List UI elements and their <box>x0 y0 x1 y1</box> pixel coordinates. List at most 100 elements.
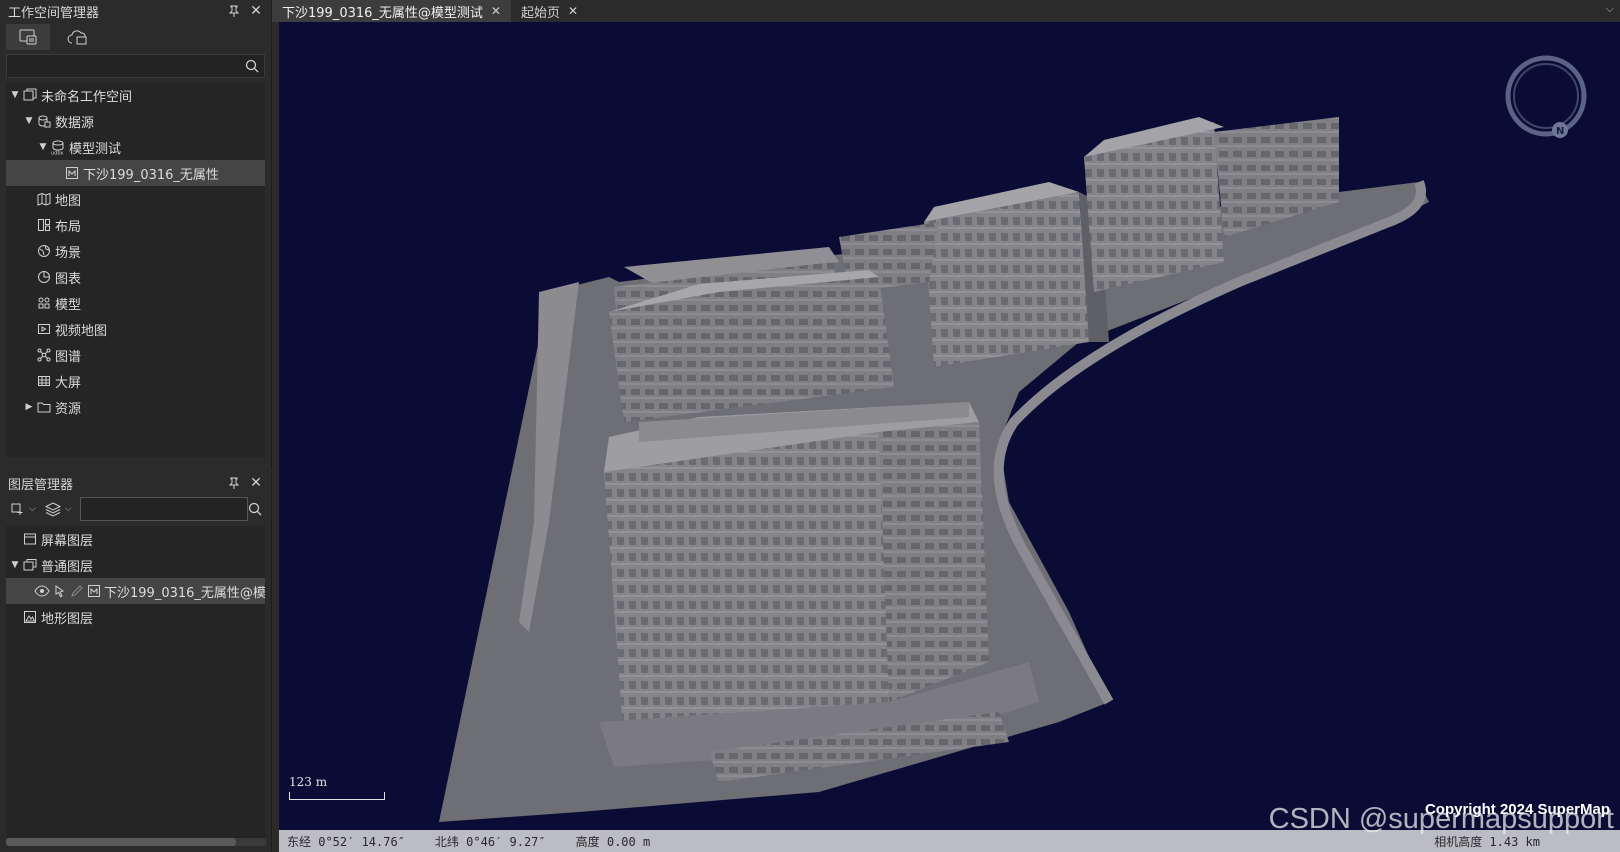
cloud-resource-icon <box>67 30 87 45</box>
visibility-eye-icon[interactable] <box>34 583 50 599</box>
latitude-readout: 北纬 0°46′ 9.27″ <box>434 834 546 849</box>
terrain-layer-icon <box>22 609 38 625</box>
editable-pencil-icon[interactable] <box>70 583 84 599</box>
tab-list-dropdown-icon[interactable]: ⌵ <box>1606 2 1614 16</box>
altitude-readout: 高度 0.00 m <box>575 834 651 849</box>
tree-item-label: 未命名工作空间 <box>41 89 133 105</box>
longitude-readout: 东经 0°52′ 14.76″ <box>287 834 405 849</box>
layer-style-button[interactable]: ⌵ <box>40 497 76 521</box>
scale-bar-line <box>289 792 385 800</box>
udbx-datasource-icon: udbx <box>50 139 66 155</box>
search-icon[interactable] <box>248 502 262 516</box>
selectable-icon[interactable] <box>53 583 67 599</box>
search-icon[interactable] <box>240 59 264 73</box>
chevron-down-icon[interactable]: ⌵ <box>65 504 72 514</box>
tree-item-label: 地图 <box>55 193 82 209</box>
tree-item-label: 图表 <box>55 271 82 287</box>
workspace-tree: ▼ 未命名工作空间 ▼ 数据源 ▼ udbx 模型测试 下沙199_0316_无… <box>6 82 265 457</box>
tree-item-datasource-model-test[interactable]: ▼ udbx 模型测试 <box>6 134 265 160</box>
tree-item-label: 布局 <box>55 219 82 235</box>
close-tab-icon[interactable]: ✕ <box>568 4 578 18</box>
workspace-tree-icon <box>19 29 37 45</box>
workspace-search-input[interactable] <box>7 55 240 77</box>
chart-icon <box>36 269 52 285</box>
workspace-manager-panel: 工作空间管理器 ✕ ▼ 未命名工作空间 ▼ 数据源 ▼ udbx 模型测试 下沙… <box>0 0 272 470</box>
workspace-manager-title: 工作空间管理器 <box>8 5 100 21</box>
pin-icon[interactable] <box>225 474 243 492</box>
layer-item-model-layer[interactable]: 下沙199_0316_无属性@模型测试 <box>6 578 265 604</box>
tab-cloud-resources[interactable] <box>56 24 100 50</box>
close-tab-icon[interactable]: ✕ <box>491 4 501 18</box>
layer-item-screen[interactable]: 屏幕图层 <box>6 526 265 552</box>
tree-item-workspace[interactable]: ▼ 未命名工作空间 <box>6 82 265 108</box>
layer-item-terrain[interactable]: 地形图层 <box>6 604 265 630</box>
layout-icon <box>36 217 52 233</box>
datasources-icon <box>36 113 52 129</box>
tree-item-label: 数据源 <box>55 115 95 131</box>
tab-scene-document[interactable]: 下沙199_0316_无属性@模型测试 ✕ <box>272 0 511 22</box>
workspace-view-tabs <box>0 22 271 52</box>
tree-item-label: 场景 <box>55 245 82 261</box>
tree-item-datasources[interactable]: ▼ 数据源 <box>6 108 265 134</box>
expand-arrow-icon[interactable]: ▼ <box>22 116 36 126</box>
tree-item-label: 模型 <box>55 297 82 313</box>
tree-item-dashboards[interactable]: 大屏 <box>6 368 265 394</box>
layer-item-label: 地形图层 <box>41 611 94 627</box>
tree-item-resources[interactable]: ▶ 资源 <box>6 394 265 420</box>
tree-item-layouts[interactable]: 布局 <box>6 212 265 238</box>
tab-label: 下沙199_0316_无属性@模型测试 <box>282 5 483 21</box>
tree-item-charts[interactable]: 图表 <box>6 264 265 290</box>
workspace-icon <box>22 87 38 103</box>
collapse-arrow-icon[interactable]: ▶ <box>22 402 36 412</box>
workspace-manager-header: 工作空间管理器 ✕ <box>0 0 271 22</box>
expand-arrow-icon[interactable]: ▼ <box>8 90 22 100</box>
tree-item-models[interactable]: 模型 <box>6 290 265 316</box>
pin-icon[interactable] <box>225 2 243 20</box>
layer-search-input[interactable] <box>80 498 248 520</box>
model-dataset-icon <box>64 165 80 181</box>
scale-bar: 123 m <box>289 775 385 800</box>
tree-item-video-maps[interactable]: 视频地图 <box>6 316 265 342</box>
compass-ring-icon: N <box>1505 55 1587 138</box>
layer-toolbar: ⌵ ⌵ <box>0 494 271 524</box>
tree-item-scenes[interactable]: 场景 <box>6 238 265 264</box>
tab-workspace-tree[interactable] <box>6 24 50 50</box>
scene-icon <box>36 243 52 259</box>
tree-item-label: 资源 <box>55 401 82 417</box>
tab-start-page[interactable]: 起始页 ✕ <box>511 0 588 22</box>
normal-layers-icon <box>22 557 38 573</box>
tree-item-label: 图谱 <box>55 349 82 365</box>
svg-text:udbx: udbx <box>51 151 64 156</box>
compass-navigator[interactable]: N <box>1502 52 1590 140</box>
layer-search-box <box>79 497 262 521</box>
scrollbar-thumb[interactable] <box>6 838 236 846</box>
chevron-down-icon[interactable]: ⌵ <box>29 504 36 514</box>
layers-stack-icon <box>44 502 61 517</box>
video-map-icon <box>36 321 52 337</box>
tree-item-label: 模型测试 <box>69 141 122 157</box>
layer-tree-horizontal-scrollbar[interactable] <box>6 838 266 846</box>
expand-arrow-icon[interactable]: ▼ <box>36 142 50 152</box>
close-icon[interactable]: ✕ <box>247 474 265 492</box>
tree-item-maps[interactable]: 地图 <box>6 186 265 212</box>
add-layer-button[interactable]: ⌵ <box>6 497 40 521</box>
layer-item-label: 下沙199_0316_无属性@模型测试 <box>104 585 265 601</box>
scale-label: 123 m <box>289 775 328 789</box>
dashboard-icon <box>36 373 52 389</box>
scene-model-render <box>439 117 1429 822</box>
layer-manager-header: 图层管理器 ✕ <box>0 472 271 494</box>
tree-item-label: 视频地图 <box>55 323 108 339</box>
close-icon[interactable]: ✕ <box>247 2 265 20</box>
tree-item-label: 大屏 <box>55 375 82 391</box>
folder-icon <box>36 399 52 415</box>
layer-item-normal-layers[interactable]: ▼ 普通图层 <box>6 552 265 578</box>
expand-arrow-icon[interactable]: ▼ <box>8 560 22 570</box>
compass-north-label: N <box>1556 126 1564 137</box>
map-icon <box>36 191 52 207</box>
document-tab-bar: 下沙199_0316_无属性@模型测试 ✕ 起始页 ✕ ⌵ <box>272 0 1620 22</box>
scene-viewport[interactable]: N 123 m Copyright 2024 SuperMap <box>279 22 1620 830</box>
tree-item-graphs[interactable]: 图谱 <box>6 342 265 368</box>
model-layer-icon <box>87 583 101 599</box>
csdn-watermark: CSDN @supermapsupport <box>1268 803 1614 835</box>
tree-item-model-dataset[interactable]: 下沙199_0316_无属性 <box>6 160 265 186</box>
